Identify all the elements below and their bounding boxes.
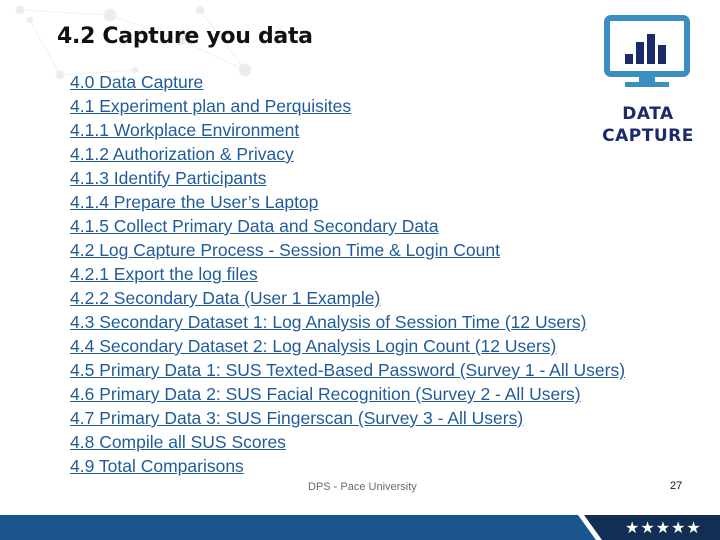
toc-link[interactable]: 4.0 Data Capture — [70, 72, 203, 92]
toc-item: 4.8 Compile all SUS Scores — [70, 431, 625, 455]
page-number: 27 — [670, 480, 683, 492]
toc-item: 4.3 Secondary Dataset 1: Log Analysis of… — [70, 311, 625, 335]
toc-item: 4.9 Total Comparisons — [70, 455, 625, 479]
toc-item: 4.1.5 Collect Primary Data and Secondary… — [70, 215, 625, 239]
toc-link[interactable]: 4.7 Primary Data 3: SUS Fingerscan (Surv… — [70, 408, 523, 428]
toc-link[interactable]: 4.9 Total Comparisons — [70, 456, 244, 476]
toc-link[interactable]: 4.1.3 Identify Participants — [70, 168, 267, 188]
toc-item: 4.1.4 Prepare the User’s Laptop — [70, 191, 625, 215]
footer-text: DPS - Pace University — [308, 481, 417, 493]
toc-link[interactable]: 4.3 Secondary Dataset 1: Log Analysis of… — [70, 312, 587, 332]
toc-item: 4.1.3 Identify Participants — [70, 167, 625, 191]
toc-item: 4.2.1 Export the log files — [70, 263, 625, 287]
toc-link[interactable]: 4.2 Log Capture Process - Session Time &… — [70, 240, 500, 260]
toc-item: 4.1.1 Workplace Environment — [70, 119, 625, 143]
toc-item: 4.5 Primary Data 1: SUS Texted-Based Pas… — [70, 359, 625, 383]
toc-item: 4.4 Secondary Dataset 2: Log Analysis Lo… — [70, 335, 625, 359]
toc-item: 4.2.2 Secondary Data (User 1 Example) — [70, 287, 625, 311]
toc-item: 4.6 Primary Data 2: SUS Facial Recogniti… — [70, 383, 625, 407]
logo-line-2: CAPTURE — [602, 126, 694, 146]
toc-link[interactable]: 4.6 Primary Data 2: SUS Facial Recogniti… — [70, 384, 581, 404]
toc-link[interactable]: 4.2.1 Export the log files — [70, 264, 258, 284]
bottom-bar — [0, 515, 720, 540]
toc-link[interactable]: 4.5 Primary Data 1: SUS Texted-Based Pas… — [70, 360, 625, 380]
logo-line-1: DATA — [622, 104, 674, 124]
toc-link[interactable]: 4.4 Secondary Dataset 2: Log Analysis Lo… — [70, 336, 556, 356]
stars-decoration: ★★★★★ — [625, 520, 702, 537]
slide-title: 4.2 Capture you data — [57, 24, 313, 49]
toc-link[interactable]: 4.1 Experiment plan and Perquisites — [70, 96, 351, 116]
toc-link[interactable]: 4.1.4 Prepare the User’s Laptop — [70, 192, 318, 212]
toc-item: 4.0 Data Capture — [70, 71, 625, 95]
toc-link[interactable]: 4.2.2 Secondary Data (User 1 Example) — [70, 288, 380, 308]
toc-item: 4.1.2 Authorization & Privacy — [70, 143, 625, 167]
table-of-contents: 4.0 Data Capture 4.1 Experiment plan and… — [70, 71, 625, 479]
logo-text: DATA CAPTURE — [588, 103, 708, 147]
toc-link[interactable]: 4.1.2 Authorization & Privacy — [70, 144, 294, 164]
toc-item: 4.2 Log Capture Process - Session Time &… — [70, 239, 625, 263]
toc-link[interactable]: 4.1.1 Workplace Environment — [70, 120, 299, 140]
toc-item: 4.7 Primary Data 3: SUS Fingerscan (Surv… — [70, 407, 625, 431]
toc-item: 4.1 Experiment plan and Perquisites — [70, 95, 625, 119]
toc-link[interactable]: 4.1.5 Collect Primary Data and Secondary… — [70, 216, 439, 236]
toc-link[interactable]: 4.8 Compile all SUS Scores — [70, 432, 286, 452]
